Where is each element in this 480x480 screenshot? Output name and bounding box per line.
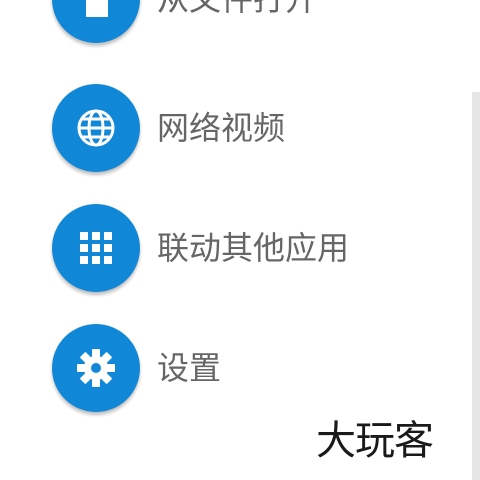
open-file-icon-button	[52, 0, 140, 43]
menu-item-label: 网络视频	[157, 109, 286, 147]
menu-item-label: 从文件打开	[157, 0, 317, 19]
menu-item-open-file[interactable]: 从文件打开	[0, 0, 460, 55]
menu-item-link-apps[interactable]: 联动其他应用	[0, 204, 460, 304]
menu-item-network-video[interactable]: 网络视频	[0, 84, 460, 184]
file-icon	[86, 0, 108, 17]
watermark-logo: 大玩客	[316, 418, 434, 464]
scrollbar-track[interactable]	[472, 92, 480, 480]
side-menu-screen: 从文件打开 网络视频	[0, 0, 480, 480]
link-apps-icon-button	[52, 204, 140, 292]
menu-item-label: 设置	[157, 349, 222, 387]
gear-icon	[77, 349, 115, 387]
globe-icon	[77, 109, 115, 147]
network-video-icon-button	[52, 84, 140, 172]
settings-icon-button	[52, 324, 140, 412]
grid-icon	[80, 232, 112, 264]
menu-item-label: 联动其他应用	[157, 229, 350, 267]
